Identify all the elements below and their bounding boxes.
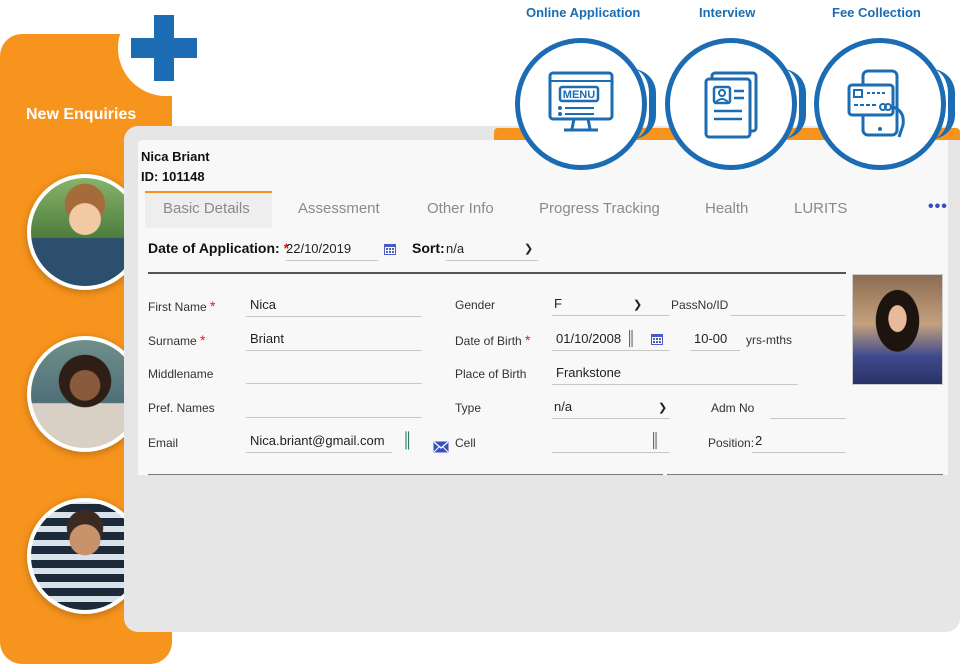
tab-lurits[interactable]: LURITS [794,200,847,217]
student-photo[interactable] [852,274,943,385]
pref-names-field[interactable] [246,398,422,418]
type-label: Type [455,401,482,415]
chevron-down-icon[interactable]: ❯ [633,298,642,311]
adm-no-field[interactable] [770,399,846,419]
add-enquiry-plus-icon-bar[interactable] [131,38,197,58]
middlename-label: Middlename [148,367,214,381]
gender-label: Gender [455,298,496,312]
menu-monitor-icon: MENU [548,71,614,132]
more-tabs-icon[interactable]: ••• [928,198,948,216]
calendar-icon[interactable] [383,242,397,256]
cell-lookup-icon[interactable]: ║ [650,432,660,448]
fee-collection-icon[interactable] [814,38,955,170]
surname-label-text: Surname [148,334,197,348]
email-value: Nica.briant@gmail.com [250,433,385,448]
tab-active-indicator [145,191,272,193]
online-application-icon[interactable]: MENU [515,38,656,170]
send-email-icon[interactable] [433,441,449,453]
cell-label: Cell [455,436,476,450]
first-name-value: Nica [250,297,277,312]
calendar-icon[interactable] [650,332,664,346]
pref-names-label: Pref. Names [148,401,215,415]
surname-field[interactable]: Briant [246,331,422,351]
passno-field[interactable] [730,296,846,316]
sidebar-title: New Enquiries [26,106,137,123]
feature-label-fee-collection: Fee Collection [832,5,921,20]
tab-other-info[interactable]: Other Info [427,200,494,217]
doa-label-text: Date of Application: [148,240,280,256]
age-unit-label: yrs-mths [746,333,792,347]
dob-lookup-icon[interactable]: ║ [626,330,636,346]
middlename-field[interactable] [246,364,422,384]
required-mark: * [200,332,206,348]
place-of-birth-label: Place of Birth [455,367,527,381]
gender-select[interactable]: F [552,296,670,316]
required-mark: * [525,332,531,348]
place-of-birth-value: Frankstone [556,365,622,380]
position-label: Position: [708,436,755,450]
dob-label: Date of Birth * [455,332,531,348]
first-name-label-text: First Name [148,300,207,314]
menu-screen-text: MENU [563,89,595,101]
email-label: Email [148,436,179,450]
tab-basic-details[interactable]: Basic Details [163,200,250,217]
student-name: Nica Briant [141,149,210,164]
document-profile-icon [704,71,758,139]
age-field[interactable]: 10-00 [690,331,740,351]
form-bottom-divider-right [667,474,943,475]
tab-health[interactable]: Health [705,200,748,217]
feature-label-online-application: Online Application [526,5,641,20]
position-value: 2 [755,433,763,448]
dob-value: 01/10/2008 [556,331,622,346]
feature-label-interview: Interview [699,5,756,20]
adm-no-label: Adm No [711,401,755,415]
type-value: n/a [554,399,573,414]
required-mark: * [210,298,216,314]
tab-assessment[interactable]: Assessment [298,200,380,217]
email-field[interactable]: Nica.briant@gmail.com [246,433,392,453]
type-select[interactable]: n/a [552,399,670,419]
tab-progress-tracking[interactable]: Progress Tracking [539,200,660,217]
chevron-down-icon[interactable]: ❯ [524,242,533,255]
form-bottom-divider [148,474,663,475]
surname-value: Briant [250,331,284,346]
first-name-field[interactable]: Nica [246,297,422,317]
chevron-down-icon[interactable]: ❯ [658,401,667,414]
interview-icon[interactable] [665,38,806,170]
surname-label: Surname * [148,332,206,348]
passno-label: PassNo/ID [671,298,729,312]
gender-value: F [554,296,562,311]
card-phone-icon [847,69,905,138]
date-of-application-label: Date of Application: * [148,240,289,256]
first-name-label: First Name * [148,298,215,314]
section-divider [148,272,846,274]
dob-label-text: Date of Birth [455,334,522,348]
sort-label: Sort: [412,240,445,256]
student-id: ID: 101148 [141,169,205,184]
position-field[interactable]: 2 [752,433,846,453]
age-value: 10-00 [694,331,728,346]
contact-lookup-icon[interactable]: ║ [402,432,413,449]
place-of-birth-field[interactable]: Frankstone [552,365,798,385]
date-of-application-field[interactable]: 22/10/2019 [286,241,378,261]
